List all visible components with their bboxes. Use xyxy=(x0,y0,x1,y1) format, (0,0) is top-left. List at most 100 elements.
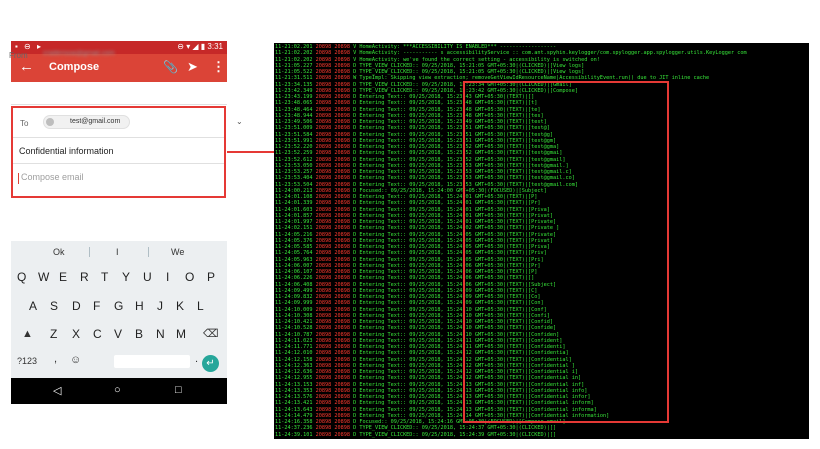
recipient-chip[interactable]: test@gmail.com xyxy=(43,115,130,129)
key-e[interactable]: E xyxy=(59,270,67,284)
log-timestamp: 11-24:06.408 xyxy=(275,281,313,288)
key-m[interactable]: M xyxy=(176,327,186,341)
key-r[interactable]: R xyxy=(80,270,89,284)
log-pid: 20898 20898 xyxy=(315,131,350,138)
log-pid: 20898 20898 xyxy=(315,369,350,375)
key-t[interactable]: T xyxy=(101,270,108,284)
suggestion-ok[interactable]: Ok xyxy=(53,247,65,257)
nav-recent-icon[interactable]: □ xyxy=(175,384,182,396)
log-pid: 20898 20898 xyxy=(315,81,350,88)
key-p[interactable]: P xyxy=(207,270,215,284)
log-timestamp: 11-24:13.643 xyxy=(275,406,313,413)
nav-back-icon[interactable]: ◁ xyxy=(53,384,61,397)
log-timestamp: 11-24:10.421 xyxy=(275,319,313,325)
log-pid: 20898 20898 xyxy=(315,400,350,407)
log-pid: 20898 20898 xyxy=(315,381,350,388)
key-x[interactable]: X xyxy=(72,327,80,341)
space-key[interactable] xyxy=(114,355,190,368)
enter-key[interactable]: ↵ xyxy=(202,355,219,372)
log-pid: 20898 20898 xyxy=(315,125,350,132)
log-timestamp: 11-24:16.358 xyxy=(275,419,313,425)
key-h[interactable]: H xyxy=(135,299,144,313)
key-v[interactable]: V xyxy=(114,327,122,341)
compose-body-field[interactable]: Compose email xyxy=(21,172,84,182)
log-timestamp: 11-24:13.576 xyxy=(275,394,313,400)
key-l[interactable]: L xyxy=(197,299,204,313)
log-timestamp: 11-24:39.101 xyxy=(275,431,313,438)
key-d[interactable]: D xyxy=(72,299,81,313)
key-k[interactable]: K xyxy=(176,299,184,313)
divider xyxy=(11,104,227,105)
log-timestamp: 11-24:09.499 xyxy=(275,287,313,294)
log-timestamp: 11-24:14.479 xyxy=(275,412,313,419)
nav-home-icon[interactable]: ○ xyxy=(114,384,121,396)
log-pid: 20898 20898 xyxy=(315,337,350,344)
from-address[interactable]: cradensoa@gmail.com xyxy=(43,50,121,58)
key-a[interactable]: A xyxy=(29,299,37,313)
log-message: D TYPE_VIEW_CLICKED:: 09/25/2018, 15:24:… xyxy=(353,431,557,438)
key-o[interactable]: O xyxy=(185,270,194,284)
key-y[interactable]: Y xyxy=(122,270,130,284)
log-timestamp: 11-24:00.213 xyxy=(275,187,313,194)
log-timestamp: 11-21:05.227 xyxy=(275,62,313,69)
log-timestamp: 11-24:10.528 xyxy=(275,325,313,332)
log-pid: 20898 20898 xyxy=(315,237,350,244)
paperclip-icon[interactable]: 📎 xyxy=(163,60,178,74)
chevron-down-icon[interactable]: ⌄ xyxy=(236,117,243,126)
backspace-key[interactable]: ⌫ xyxy=(203,327,219,340)
navigation-bar: ◁ ○ □ xyxy=(11,378,227,404)
log-timestamp: 11-23:48.065 xyxy=(275,100,313,107)
key-q[interactable]: Q xyxy=(17,270,26,284)
comma-key[interactable]: , xyxy=(54,353,57,365)
arrow-back-icon[interactable]: ← xyxy=(19,59,34,75)
log-pid: 20898 20898 xyxy=(315,144,350,150)
key-f[interactable]: F xyxy=(93,299,100,313)
log-pid: 20898 20898 xyxy=(315,312,350,319)
key-b[interactable]: B xyxy=(135,327,143,341)
log-pid: 20898 20898 xyxy=(315,287,350,294)
from-label: From xyxy=(9,51,28,60)
divider xyxy=(13,137,224,138)
key-j[interactable]: J xyxy=(157,299,163,313)
more-vert-icon[interactable]: ⋮ xyxy=(212,59,225,75)
log-pid: 20898 20898 xyxy=(315,225,350,232)
app-bar: ← Compose 📎 ➤ ⋮ xyxy=(11,54,227,82)
log-pid: 20898 20898 xyxy=(315,350,350,357)
key-s[interactable]: S xyxy=(50,299,58,313)
log-timestamp: 11-21:31.511 xyxy=(275,75,313,82)
log-timestamp: 11-24:11.771 xyxy=(275,344,313,350)
log-pid: 20898 20898 xyxy=(315,294,350,300)
key-i[interactable]: I xyxy=(166,270,169,284)
shift-key[interactable]: ▲ xyxy=(22,328,33,340)
send-icon[interactable]: ➤ xyxy=(187,59,198,75)
log-message: V HomeActivity: we've found the correct … xyxy=(353,56,600,63)
emoji-icon[interactable]: ☺ xyxy=(70,354,81,366)
log-pid: 20898 20898 xyxy=(315,219,350,225)
log-timestamp: 11-23:42.349 xyxy=(275,87,313,94)
subject-field[interactable]: Confidential information xyxy=(19,146,114,156)
suggestion-i[interactable]: I xyxy=(116,247,119,257)
key-z[interactable]: Z xyxy=(50,327,57,341)
log-timestamp: 11-24:01.997 xyxy=(275,219,313,225)
key-g[interactable]: G xyxy=(114,299,123,313)
log-timestamp: 11-24:37.236 xyxy=(275,425,313,432)
log-pid: 20898 20898 xyxy=(315,56,350,63)
log-timestamp: 11-24:01.857 xyxy=(275,212,313,219)
log-pid: 20898 20898 xyxy=(315,94,350,100)
log-timestamp: 11-24:06.226 xyxy=(275,275,313,282)
log-timestamp: 11-23:51.991 xyxy=(275,137,313,144)
suggestion-we[interactable]: We xyxy=(171,247,184,257)
log-timestamp: 11-23:49.506 xyxy=(275,119,313,125)
key-u[interactable]: U xyxy=(143,270,152,284)
key-w[interactable]: W xyxy=(38,270,49,284)
status-right-info: ⊖ ▾ ◢ ▮ 3:31 xyxy=(177,42,223,51)
key-c[interactable]: C xyxy=(93,327,102,341)
log-pid: 20898 20898 xyxy=(315,106,350,113)
log-pid: 20898 20898 xyxy=(315,431,350,438)
symbols-key[interactable]: ?123 xyxy=(17,356,37,366)
log-pid: 20898 20898 xyxy=(315,269,350,275)
key-n[interactable]: N xyxy=(156,327,165,341)
log-pid: 20898 20898 xyxy=(315,300,350,307)
period-key[interactable]: . xyxy=(195,353,198,365)
log-timestamp: 11-24:01.603 xyxy=(275,206,313,213)
